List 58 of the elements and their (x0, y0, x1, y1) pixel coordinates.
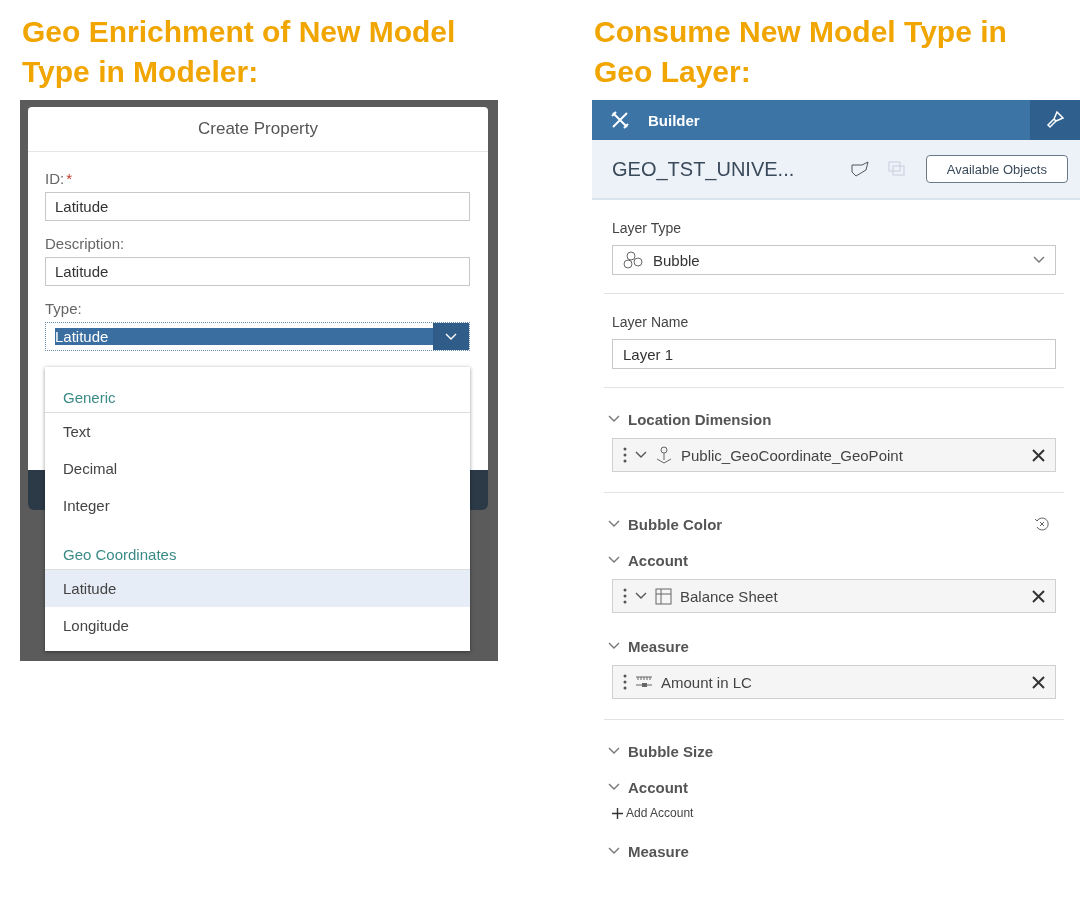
close-icon[interactable] (1032, 589, 1045, 603)
chevron-icon (608, 556, 620, 564)
slide-heading: Geo Enrichment of New Model Type in Modeler: (22, 14, 457, 90)
widget-title: GEO_TST_UNIVE... (612, 157, 795, 181)
chevron-icon (1033, 256, 1045, 264)
drag-handle-icon[interactable] (623, 447, 627, 463)
dropdown-option[interactable]: Integer (45, 487, 470, 524)
drag-handle-icon[interactable] (623, 588, 627, 604)
chevron-icon (635, 592, 647, 600)
dialog-title: Create Property (28, 107, 488, 152)
layer-name-input[interactable]: Layer 1 (612, 339, 1056, 369)
section-heading: Measure (628, 842, 689, 860)
available-objects-button[interactable]: Available Objects (925, 155, 1068, 183)
tools-icon (610, 110, 630, 130)
ruler-icon (635, 675, 653, 689)
text-input[interactable]: Latitude (45, 257, 470, 286)
field-token[interactable]: Amount in LC (612, 665, 1056, 699)
paintbrush-icon (1045, 110, 1065, 130)
field-label: ID: (45, 170, 65, 187)
chevron-icon (608, 747, 620, 755)
chevron-icon (608, 415, 620, 423)
drag-handle-icon[interactable] (623, 674, 627, 690)
section-heading: Location Dimension (628, 410, 772, 428)
chevron-icon (608, 642, 620, 650)
chevron-icon (635, 451, 647, 459)
bubbles-icon (623, 251, 645, 269)
chevron-icon (608, 847, 620, 855)
section-heading: Account (628, 551, 688, 569)
close-icon[interactable] (1032, 675, 1045, 689)
text-input[interactable]: Latitude (45, 192, 470, 221)
add-account-link[interactable]: Add Account (612, 806, 1056, 820)
dropdown-option[interactable]: Text (45, 413, 470, 450)
required-asterisk: * (66, 170, 72, 187)
dropdown-option[interactable]: Longitude (45, 607, 470, 644)
section-heading: Bubble Size (628, 742, 713, 760)
chevron-icon (608, 520, 620, 528)
type-select[interactable]: Latitude (45, 322, 470, 351)
field-label: Layer Name (612, 314, 690, 330)
dropdown-option[interactable]: Latitude (45, 570, 470, 607)
section-heading: Measure (628, 637, 689, 655)
plus-icon (612, 807, 623, 819)
dropdown-chevron-icon (445, 332, 457, 341)
table-icon (655, 587, 672, 605)
field-token[interactable]: Public_GeoCoordinate_GeoPoint (612, 438, 1056, 472)
field-label: Description: (45, 235, 125, 252)
field-token[interactable]: Balance Sheet (612, 579, 1056, 613)
close-icon[interactable] (1032, 448, 1045, 462)
section-heading: Account (628, 778, 688, 796)
field-label: Type: (45, 300, 82, 317)
slide-heading: Consume New Model Type in Geo Layer: (594, 14, 1008, 90)
layer-type-select[interactable]: Bubble (612, 245, 1056, 275)
toolbar-title: Builder (648, 111, 700, 129)
chevron-icon (608, 783, 620, 791)
section-heading: Bubble Color (628, 515, 723, 533)
reset-icon[interactable] (1034, 516, 1050, 532)
field-label: Layer Type (612, 220, 682, 236)
styling-tab[interactable] (1030, 100, 1080, 140)
dropdown-option[interactable]: Decimal (45, 450, 470, 487)
